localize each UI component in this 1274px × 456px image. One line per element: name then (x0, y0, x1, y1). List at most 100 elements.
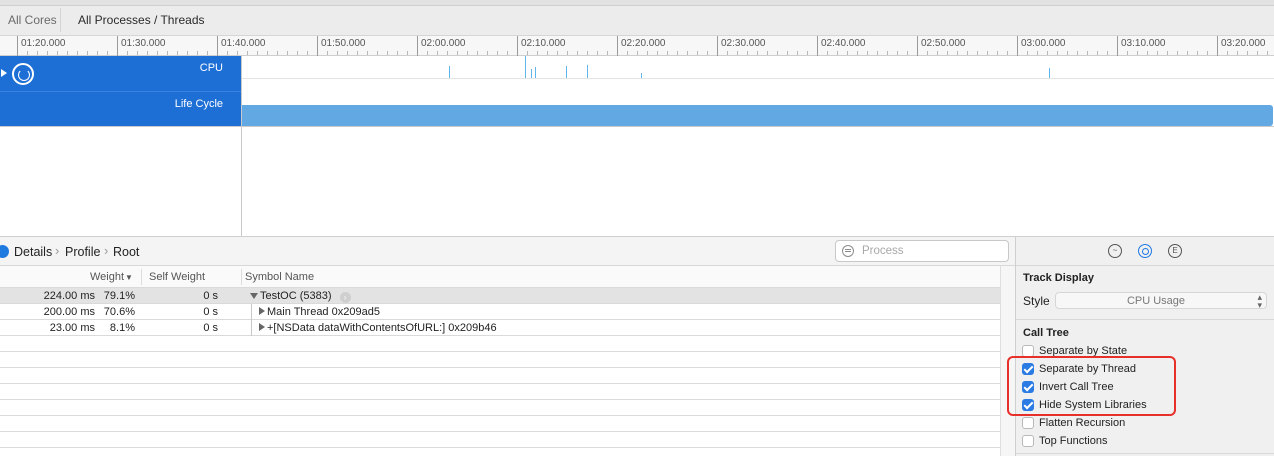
row-symbol-label: Main Thread 0x209ad5 (267, 306, 380, 318)
collapsed-triangle-icon[interactable] (259, 323, 265, 331)
column-separator[interactable] (241, 269, 242, 285)
ruler-minor-tick (947, 51, 948, 55)
collapsed-triangle-icon[interactable] (259, 307, 265, 315)
empty-row (0, 432, 1000, 448)
ruler-minor-tick (737, 51, 738, 55)
table-row[interactable]: 23.00 ms 8.1% 0 s +[NSData dataWithConte… (0, 320, 1000, 336)
row-symbol-label: TestOC (5383) (260, 290, 332, 302)
ruler-minor-tick (987, 51, 988, 55)
process-search-field[interactable] (835, 240, 1009, 262)
instrument-icon[interactable] (0, 245, 9, 258)
detail-pane: Details › Profile › Root Weight▼ Self We… (0, 236, 1016, 456)
ruler-minor-tick (897, 51, 898, 55)
ruler-tick: 03:20.000 (1217, 36, 1266, 56)
ruler-tick-label: 01:50.000 (321, 38, 366, 49)
row-self-weight: 0 s (203, 322, 218, 334)
ruler-minor-tick (1227, 51, 1228, 55)
cpu-usage-track[interactable] (242, 56, 1274, 79)
ruler-minor-tick (887, 51, 888, 55)
ruler-minor-tick (967, 51, 968, 55)
ruler-minor-tick (677, 51, 678, 55)
column-separator[interactable] (141, 269, 142, 285)
track-plot-area[interactable] (241, 56, 1274, 236)
ruler-minor-tick (1037, 51, 1038, 55)
column-header-weight[interactable]: Weight▼ (90, 271, 133, 283)
process-search-input[interactable] (862, 243, 1002, 259)
focus-arrow-icon[interactable]: › (339, 292, 351, 303)
ruler-minor-tick (997, 51, 998, 55)
row-weight: 23.00 ms (49, 322, 95, 334)
ruler-tick: 03:10.000 (1117, 36, 1166, 56)
ruler-minor-tick (97, 51, 98, 55)
gear-icon[interactable] (1138, 244, 1152, 258)
ruler-minor-tick (547, 51, 548, 55)
ruler-tick: 01:40.000 (217, 36, 266, 56)
checkbox[interactable] (1022, 435, 1034, 447)
timeline-ruler[interactable]: 01:20.000 01:30.000 01:40.000 01:50.000 02:0… (0, 36, 1274, 56)
ruler-minor-tick (437, 51, 438, 55)
ruler-minor-tick (1167, 51, 1168, 55)
ruler-minor-tick (347, 51, 348, 55)
track-lanes: CPU Life Cycle (0, 56, 1274, 236)
tab-all-processes-threads[interactable]: All Processes / Threads (78, 13, 205, 27)
detail-nav-bar: Details › Profile › Root (0, 237, 1016, 266)
track-header[interactable]: CPU Life Cycle (0, 56, 241, 126)
cpu-spike (641, 73, 642, 78)
column-header-self-weight[interactable]: Self Weight (149, 271, 205, 283)
waveform-icon[interactable]: ~ (1108, 244, 1122, 258)
ruler-minor-tick (1077, 51, 1078, 55)
ruler-minor-tick (407, 51, 408, 55)
ruler-minor-tick (247, 51, 248, 55)
extended-info-icon[interactable]: E (1168, 244, 1182, 258)
ruler-tick: 02:50.000 (917, 36, 966, 56)
ruler-tick-label: 02:10.000 (521, 38, 566, 49)
ruler-minor-tick (1207, 51, 1208, 55)
style-select[interactable]: CPU Usage ▴ ▾ (1055, 292, 1267, 310)
ruler-minor-tick (307, 51, 308, 55)
ruler-tick-label: 02:40.000 (821, 38, 866, 49)
ruler-tick-label: 02:20.000 (621, 38, 666, 49)
ruler-minor-tick (707, 51, 708, 55)
ruler-tick: 01:50.000 (317, 36, 366, 56)
filter-bar: All Cores All Processes / Threads (0, 0, 1274, 36)
table-row[interactable]: 224.00 ms 79.1% 0 s TestOC (5383) › (0, 288, 1000, 304)
ruler-minor-tick (227, 51, 228, 55)
expanded-triangle-icon[interactable] (250, 293, 258, 299)
ruler-minor-tick (527, 51, 528, 55)
tab-all-cores[interactable]: All Cores (8, 13, 57, 27)
row-self-weight: 0 s (203, 290, 218, 302)
row-self-weight: 0 s (203, 306, 218, 318)
cpu-spike (566, 66, 567, 78)
ruler-minor-tick (957, 51, 958, 55)
ruler-minor-tick (87, 51, 88, 55)
ruler-minor-tick (977, 51, 978, 55)
ruler-minor-tick (477, 51, 478, 55)
ruler-minor-tick (337, 51, 338, 55)
ruler-minor-tick (47, 51, 48, 55)
checkbox[interactable] (1022, 417, 1034, 429)
lifecycle-bar[interactable] (242, 105, 1273, 126)
table-header: Weight▼ Self Weight Symbol Name (0, 266, 1000, 288)
ruler-minor-tick (1267, 51, 1268, 55)
breadcrumb-details[interactable]: Details (14, 245, 52, 259)
ruler-minor-tick (147, 51, 148, 55)
filter-separator (60, 8, 61, 32)
ruler-minor-tick (137, 51, 138, 55)
ruler-minor-tick (1127, 51, 1128, 55)
breadcrumb-root[interactable]: Root (113, 245, 139, 259)
row-symbol: TestOC (5383) › (250, 290, 351, 303)
ruler-minor-tick (607, 51, 608, 55)
ruler-minor-tick (1137, 51, 1138, 55)
column-header-symbol-name[interactable]: Symbol Name (245, 271, 314, 283)
ruler-minor-tick (787, 51, 788, 55)
ruler-tick-label: 02:00.000 (421, 38, 466, 49)
ruler-minor-tick (837, 51, 838, 55)
ruler-minor-tick (907, 51, 908, 55)
breadcrumb-profile[interactable]: Profile (65, 245, 100, 259)
table-row[interactable]: 200.00 ms 70.6% 0 s Main Thread 0x209ad5 (0, 304, 1000, 320)
ruler-tick: 01:30.000 (117, 36, 166, 56)
ruler-minor-tick (357, 51, 358, 55)
ruler-minor-tick (557, 51, 558, 55)
ruler-minor-tick (627, 51, 628, 55)
disclosure-triangle-icon[interactable] (1, 69, 7, 77)
